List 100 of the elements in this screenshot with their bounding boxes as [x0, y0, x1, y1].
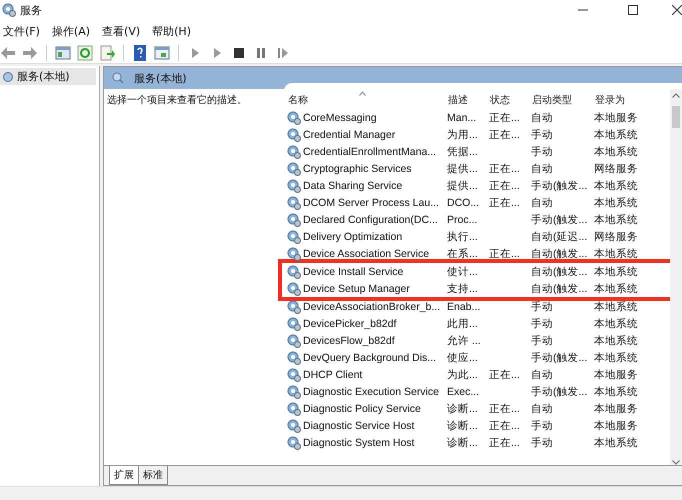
table-cell: Diagnostic Execution Service — [303, 386, 439, 398]
table-cell: Enab... — [447, 300, 480, 312]
view-tab[interactable]: 扩展 — [109, 466, 139, 485]
table-cell: 诊断... — [447, 436, 478, 450]
refresh-icon[interactable] — [77, 44, 93, 60]
table-cell: Data Sharing Service — [303, 180, 402, 192]
table-cell: 正在... — [489, 402, 520, 416]
table-cell: 正在... — [489, 110, 520, 124]
table-cell: 本地系统 — [594, 436, 638, 450]
table-cell: 手动(触发... — [531, 178, 588, 192]
table-cell: 本地系统 — [594, 246, 638, 260]
panel-title: 服务(本地) — [134, 70, 187, 86]
table-cell: 网络服务 — [594, 230, 638, 244]
table-cell: Device Setup Manager — [303, 282, 410, 294]
view-tab[interactable]: 标准 — [138, 466, 168, 485]
table-cell: 正在... — [489, 246, 520, 260]
table-cell: 正在... — [489, 368, 520, 382]
table-cell: 本地系统 — [594, 282, 638, 296]
back-icon[interactable] — [0, 44, 16, 60]
table-cell: 本地系统 — [594, 316, 638, 330]
table-cell: 本地系统 — [594, 300, 638, 314]
table-cell: Credential Manager — [303, 128, 396, 140]
export-icon[interactable] — [99, 44, 115, 60]
table-cell: 手动 — [531, 128, 553, 142]
table-cell: 本地服务 — [594, 418, 638, 432]
table-cell: 本地系统 — [594, 350, 638, 364]
table-cell: 本地服务 — [594, 368, 638, 382]
table-cell: 在系... — [447, 246, 478, 260]
table-cell: 自动 — [531, 196, 553, 210]
column-header[interactable]: 登录为 — [591, 93, 625, 107]
table-cell: 手动 — [531, 300, 553, 314]
table-cell: Man... — [447, 112, 476, 124]
table-cell: 此用... — [447, 316, 478, 330]
table-cell: 为此... — [447, 368, 478, 382]
table-cell: DevicesFlow_b82df — [303, 334, 395, 346]
table-cell: Cryptographic Services — [303, 162, 412, 174]
description-text: 选择一个项目来查看它的描述。 — [107, 94, 248, 107]
table-cell: CoreMessaging — [303, 112, 377, 124]
table-cell: 正在... — [489, 436, 520, 450]
help-icon[interactable] — [132, 44, 148, 60]
table-cell: 手动 — [531, 316, 553, 330]
table-cell: 自动(触发... — [531, 246, 588, 260]
table-cell: DHCP Client — [303, 368, 362, 380]
column-header[interactable]: 描述 — [444, 93, 468, 107]
table-cell: Declared Configuration(DC... — [303, 214, 438, 226]
table-cell: 手动 — [531, 436, 553, 450]
column-header[interactable]: 名称 — [284, 93, 308, 107]
table-cell: 手动(触发... — [531, 212, 588, 226]
menu-item[interactable]: 查看(V) — [102, 24, 140, 38]
table-cell: Diagnostic Policy Service — [303, 402, 421, 414]
table-cell: Proc... — [447, 214, 478, 226]
table-cell: 凭据... — [447, 144, 478, 158]
table-cell: 自动 — [531, 162, 553, 176]
close-icon — [672, 5, 682, 15]
table-cell: 提供... — [447, 178, 478, 192]
table-cell: 网络服务 — [594, 162, 638, 176]
table-cell: Device Install Service — [303, 266, 404, 278]
table-cell: 为用... — [447, 128, 478, 142]
table-cell: 自动(触发... — [531, 264, 588, 278]
menu-item[interactable]: 操作(A) — [52, 24, 90, 38]
table-cell: 手动 — [531, 144, 553, 158]
search-icon — [112, 72, 124, 84]
scrollbar-thumb[interactable] — [672, 106, 680, 128]
table-cell: 自动(延迟... — [531, 230, 588, 244]
table-cell: 本地系统 — [594, 212, 638, 226]
table-cell: 本地系统 — [594, 384, 638, 398]
table-cell: 手动(触发... — [531, 384, 588, 398]
maximize-icon — [628, 5, 638, 15]
table-cell: 正在... — [489, 196, 520, 210]
table-cell: DCOM Server Process Lau... — [303, 196, 439, 208]
table-cell: 使应... — [447, 350, 478, 364]
column-header[interactable]: 启动类型 — [528, 93, 572, 107]
table-cell: 诊断... — [447, 418, 478, 432]
table-cell: Device Association Service — [303, 248, 430, 260]
menu-item[interactable]: 帮助(H) — [152, 24, 191, 38]
table-cell: 允许 ... — [447, 334, 481, 348]
table-cell: 自动 — [531, 402, 553, 416]
table-cell: 手动(触发... — [531, 350, 588, 364]
table-cell: 本地服务 — [594, 110, 638, 124]
table-cell: 正在... — [489, 162, 520, 176]
table-cell: Delivery Optimization — [303, 230, 402, 242]
table-cell: 本地服务 — [594, 402, 638, 416]
table-cell: 手动 — [531, 418, 553, 432]
forward-icon[interactable] — [22, 44, 38, 60]
table-cell: 使计... — [447, 264, 478, 278]
table-cell: DeviceAssociationBroker_b... — [303, 300, 440, 312]
tree-item[interactable]: 服务(本地) — [0, 68, 96, 85]
window-icon[interactable] — [154, 44, 170, 60]
table-cell: 支持... — [447, 282, 478, 296]
table-cell: 自动 — [531, 110, 553, 124]
table-cell: 本地系统 — [594, 128, 638, 142]
table-cell: 正在... — [489, 178, 520, 192]
column-header[interactable]: 状态 — [486, 93, 510, 107]
panel-icon[interactable] — [55, 44, 71, 60]
window-title: 服务 — [20, 2, 43, 18]
menu-item[interactable]: 文件(F) — [3, 24, 40, 38]
table-cell: 诊断... — [447, 402, 478, 416]
table-cell: 提供... — [447, 162, 478, 176]
table-cell: 本地系统 — [594, 144, 638, 158]
sort-icon — [359, 91, 366, 96]
